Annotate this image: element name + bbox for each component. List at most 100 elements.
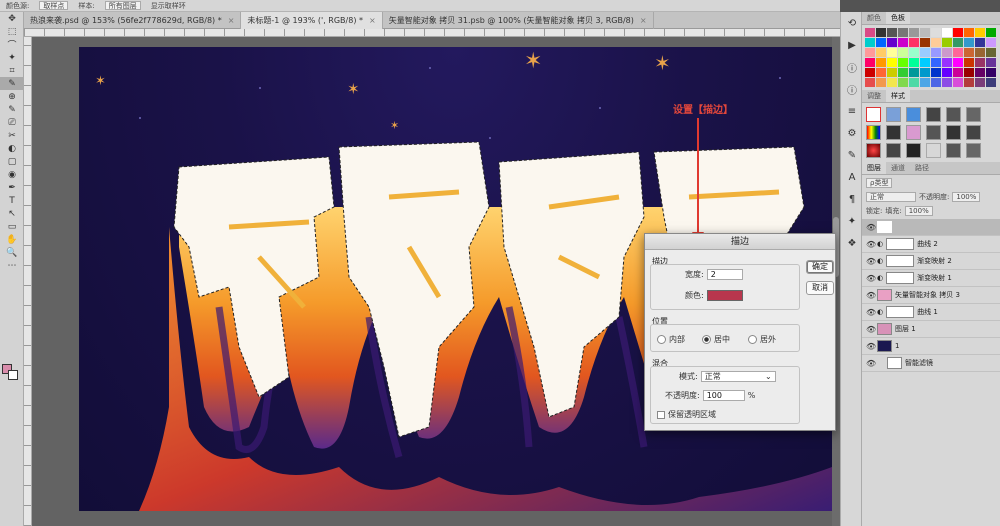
color-swatch[interactable] <box>876 68 886 77</box>
tool-icon[interactable]: ⌒ <box>0 38 24 51</box>
radio-center[interactable] <box>702 335 711 344</box>
radio-inside[interactable] <box>657 335 666 344</box>
tab-channels[interactable]: 通道 <box>886 162 910 174</box>
color-swatch[interactable] <box>909 28 919 37</box>
style-item[interactable] <box>866 125 881 140</box>
tool-icon[interactable]: ◉ <box>0 168 24 181</box>
style-item[interactable] <box>946 125 961 140</box>
color-swatch[interactable] <box>964 78 974 87</box>
tool-icon[interactable]: T <box>0 194 24 207</box>
color-swatch[interactable] <box>953 78 963 87</box>
color-swatch[interactable] <box>876 48 886 57</box>
color-swatch[interactable] <box>887 58 897 67</box>
style-item[interactable] <box>886 107 901 122</box>
tab-styles[interactable]: 样式 <box>886 90 910 102</box>
color-swatch[interactable] <box>898 68 908 77</box>
color-swatch[interactable] <box>898 38 908 47</box>
history-icon[interactable]: ⟲ <box>841 12 863 34</box>
color-swatch[interactable] <box>964 38 974 47</box>
cancel-button[interactable]: 取消 <box>806 281 834 295</box>
tool-icon[interactable]: ✎ <box>0 103 24 116</box>
color-swatch[interactable] <box>953 38 963 47</box>
color-swatch[interactable] <box>887 48 897 57</box>
tool-icon[interactable]: ✂ <box>0 129 24 142</box>
color-swatch[interactable] <box>953 28 963 37</box>
color-swatch[interactable] <box>931 28 941 37</box>
tab-color[interactable]: 颜色 <box>862 12 886 24</box>
color-swatch[interactable] <box>931 68 941 77</box>
color-swatch[interactable] <box>898 48 908 57</box>
tool-icon[interactable]: ✒ <box>0 181 24 194</box>
color-swatch[interactable] <box>887 78 897 87</box>
eye-icon[interactable]: 👁 <box>866 257 876 266</box>
tool-icon[interactable]: ▭ <box>0 220 24 233</box>
style-item[interactable] <box>906 143 921 158</box>
color-swatch[interactable] <box>920 28 930 37</box>
option-item[interactable]: 所有图层 <box>104 1 141 10</box>
color-swatch[interactable] <box>964 48 974 57</box>
tool-icon[interactable]: ✦ <box>0 51 24 64</box>
color-swatch[interactable] <box>920 58 930 67</box>
tool-icon[interactable]: ⬚ <box>0 25 24 38</box>
info-panel-icon[interactable]: ⓘ <box>841 78 863 100</box>
layer-row[interactable]: 👁 1 <box>862 338 1000 355</box>
close-icon[interactable]: × <box>228 12 235 29</box>
tab-untitled-1[interactable]: 未标题-1 @ 193% (', RGB/8) * × <box>241 12 383 29</box>
color-swatch[interactable] <box>964 68 974 77</box>
tool-icon[interactable]: ⌗ <box>0 64 24 77</box>
tool-icon[interactable]: ⎚ <box>0 116 24 129</box>
color-swatch[interactable] <box>953 68 963 77</box>
layer-filter-select[interactable]: ρ类型 <box>866 178 893 188</box>
style-item[interactable] <box>906 107 921 122</box>
color-swatch[interactable] <box>964 28 974 37</box>
layer-row[interactable]: 👁 图层 1 <box>862 321 1000 338</box>
style-none[interactable] <box>866 107 881 122</box>
stroke-color-swatch[interactable] <box>706 290 743 301</box>
style-item[interactable] <box>906 125 921 140</box>
style-item[interactable] <box>966 143 981 158</box>
eye-icon[interactable]: 👁 <box>866 325 876 334</box>
play-icon[interactable]: ▶ <box>841 34 863 56</box>
color-swatch[interactable] <box>986 58 996 67</box>
style-item[interactable] <box>926 143 941 158</box>
color-swatch[interactable] <box>975 68 985 77</box>
color-swatch[interactable] <box>942 38 952 47</box>
glyph-icon[interactable]: ✦ <box>841 210 863 232</box>
color-swatch[interactable] <box>876 78 886 87</box>
color-swatch[interactable] <box>909 68 919 77</box>
tool-icon[interactable]: 🔍 <box>0 246 24 259</box>
color-swatch[interactable] <box>975 38 985 47</box>
color-swatch[interactable] <box>865 48 875 57</box>
option-item[interactable]: 取样点 <box>39 1 69 10</box>
style-item[interactable] <box>926 125 941 140</box>
layer-row[interactable]: 👁 智能滤镜 <box>862 355 1000 372</box>
tool-icon[interactable]: ⊕ <box>0 90 24 103</box>
color-swatch[interactable] <box>887 68 897 77</box>
style-item[interactable] <box>886 125 901 140</box>
eye-icon[interactable]: 👁 <box>866 308 876 317</box>
ok-button[interactable]: 确定 <box>806 260 834 274</box>
tab-swatches[interactable]: 色板 <box>886 12 910 24</box>
style-item[interactable] <box>946 143 961 158</box>
color-swatch[interactable] <box>920 48 930 57</box>
color-swatch[interactable] <box>876 38 886 47</box>
color-swatch[interactable] <box>953 48 963 57</box>
tool-icon[interactable]: ↖ <box>0 207 24 220</box>
color-swatch[interactable] <box>909 78 919 87</box>
color-swatch[interactable] <box>975 58 985 67</box>
tool-icon[interactable]: ▢ <box>0 155 24 168</box>
color-swatch[interactable] <box>876 28 886 37</box>
properties-icon[interactable]: ≡ <box>841 100 863 122</box>
color-swatch[interactable] <box>931 78 941 87</box>
style-item[interactable] <box>866 143 881 158</box>
color-swatch[interactable] <box>876 58 886 67</box>
eye-icon[interactable]: 👁 <box>866 342 876 351</box>
background-color-swatch[interactable] <box>8 370 18 380</box>
color-swatch[interactable] <box>986 38 996 47</box>
character-icon[interactable]: A <box>841 166 863 188</box>
color-swatch[interactable] <box>865 38 875 47</box>
color-swatch[interactable] <box>909 38 919 47</box>
color-swatch[interactable] <box>909 58 919 67</box>
preserve-transparency-checkbox[interactable] <box>657 410 665 419</box>
color-swatch[interactable] <box>898 58 908 67</box>
